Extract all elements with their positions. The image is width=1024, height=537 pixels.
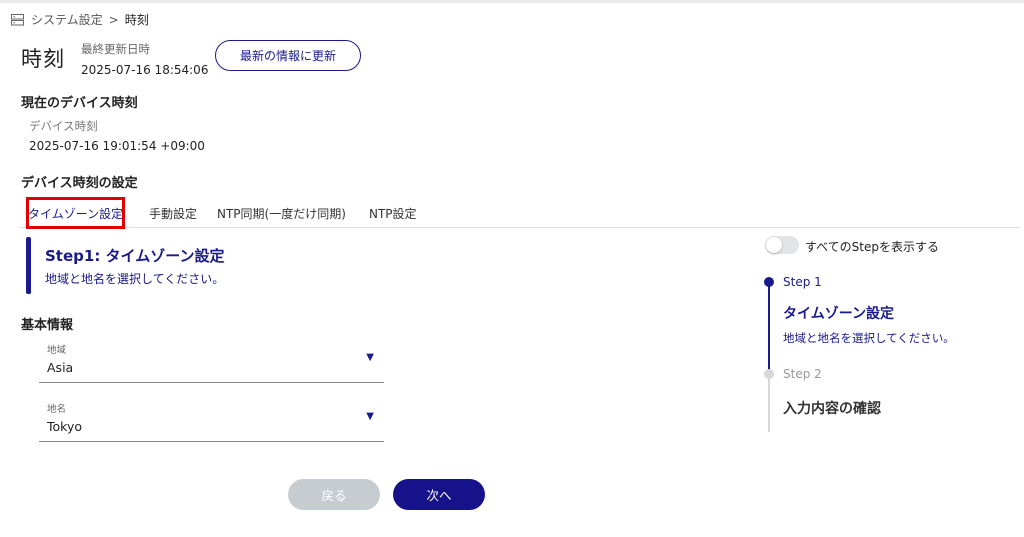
top-border xyxy=(0,0,1024,3)
show-all-steps-label: すべてのStepを表示する xyxy=(805,240,940,254)
step-title: Step1: タイムゾーン設定 xyxy=(45,247,225,265)
step-1-label: Step 1 xyxy=(783,275,822,289)
step-1-title: タイムゾーン設定 xyxy=(783,306,895,322)
triangle-down-icon: ▼ xyxy=(366,411,374,422)
place-select[interactable]: 地名 Tokyo ▼ xyxy=(39,401,384,442)
tab-timezone-label: タイムゾーン設定 xyxy=(28,206,124,221)
tab-manual-label: 手動設定 xyxy=(149,206,198,221)
show-all-steps-toggle[interactable] xyxy=(765,236,799,254)
step-2-title: 入力内容の確認 xyxy=(783,401,881,417)
breadcrumb-parent[interactable]: システム設定 xyxy=(31,11,103,28)
refresh-button[interactable]: 最新の情報に更新 xyxy=(215,40,361,71)
settings-tabs: タイムゾーン設定 手動設定 NTP同期(一度だけ同期) NTP設定 xyxy=(20,197,1020,229)
triangle-down-icon: ▼ xyxy=(366,352,374,363)
tab-ntp-settings[interactable]: NTP設定 xyxy=(369,198,417,228)
step-1-dot xyxy=(764,277,774,287)
place-value: Tokyo xyxy=(47,419,82,434)
toggle-knob xyxy=(766,237,782,253)
step-2-label: Step 2 xyxy=(783,367,822,381)
last-updated-label: 最終更新日時 xyxy=(81,42,150,56)
step-accent-bar xyxy=(26,237,31,294)
stepper-line-inactive xyxy=(768,376,770,432)
step-2-dot xyxy=(764,369,774,379)
region-label: 地域 xyxy=(47,345,67,356)
back-button[interactable]: 戻る xyxy=(288,479,380,510)
settings-heading: デバイス時刻の設定 xyxy=(21,176,138,191)
step-1-description: 地域と地名を選択してください。 xyxy=(783,331,955,345)
device-time-heading: 現在のデバイス時刻 xyxy=(21,96,138,111)
breadcrumb: システム設定 > 時刻 xyxy=(11,11,149,28)
tab-ntp-settings-label: NTP設定 xyxy=(369,206,417,221)
stepper-line-active xyxy=(768,283,770,371)
breadcrumb-separator: > xyxy=(108,12,119,27)
page-title: 時刻 xyxy=(21,47,65,71)
server-icon xyxy=(11,13,24,25)
device-time-value: 2025-07-16 19:01:54 +09:00 xyxy=(29,139,205,153)
tab-manual[interactable]: 手動設定 xyxy=(149,198,197,228)
device-time-label: デバイス時刻 xyxy=(29,119,98,133)
tab-ntp-once[interactable]: NTP同期(一度だけ同期) xyxy=(217,198,346,228)
tab-ntp-once-label: NTP同期(一度だけ同期) xyxy=(217,206,346,221)
region-select[interactable]: 地域 Asia ▼ xyxy=(39,342,384,383)
next-button[interactable]: 次へ xyxy=(393,479,485,510)
breadcrumb-current: 時刻 xyxy=(124,13,149,27)
step-description: 地域と地名を選択してください。 xyxy=(45,272,225,286)
region-value: Asia xyxy=(47,360,74,375)
last-updated-value: 2025-07-16 18:54:06 xyxy=(81,63,209,77)
basic-info-heading: 基本情報 xyxy=(21,318,74,333)
tab-timezone[interactable]: タイムゾーン設定 xyxy=(26,197,126,229)
place-label: 地名 xyxy=(47,404,67,415)
